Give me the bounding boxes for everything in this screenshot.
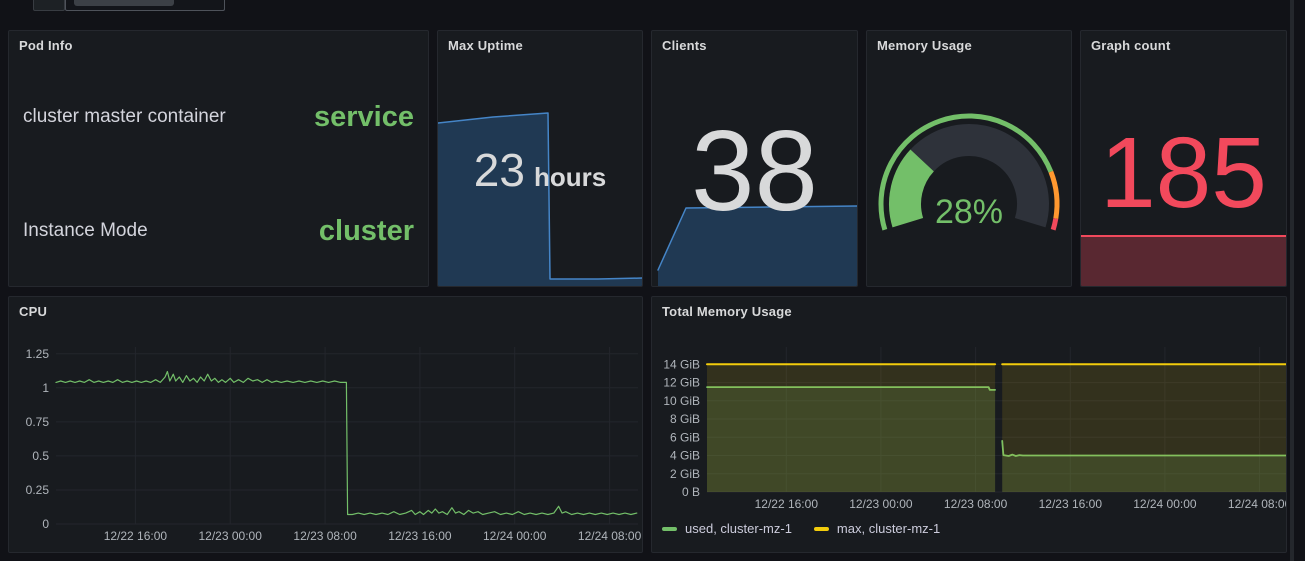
pod-info-row: cluster master container service (23, 95, 414, 139)
panel-title-max-uptime[interactable]: Max Uptime (448, 38, 523, 53)
max-uptime-unit: hours (533, 162, 607, 192)
grafana-dashboard: Pod Info cluster master container servic… (0, 0, 1305, 561)
svg-text:0.25: 0.25 (26, 483, 50, 497)
legend-item-used[interactable]: used, cluster-mz-1 (662, 521, 792, 536)
svg-text:12 GiB: 12 GiB (663, 376, 700, 390)
cpu-chart[interactable]: 0 0.25 0.5 0.75 1 1.25 12/22 16:00 12/23 00:00 1… (9, 297, 643, 553)
svg-text:12/23 08:00: 12/23 08:00 (944, 497, 1008, 511)
graph-count-value: 185 (1100, 117, 1267, 229)
svg-text:0.5: 0.5 (32, 449, 49, 463)
svg-text:0.75: 0.75 (26, 415, 50, 429)
panel-title-graph-count[interactable]: Graph count (1091, 38, 1170, 53)
max-uptime-value: 23 hours (438, 143, 642, 197)
chart-legend: used, cluster-mz-1 max, cluster-mz-1 (662, 521, 940, 536)
svg-text:12/22 16:00: 12/22 16:00 (755, 497, 819, 511)
svg-text:0 B: 0 B (682, 485, 700, 499)
legend-series-marker (662, 526, 677, 531)
legend-label: max, cluster-mz-1 (836, 521, 941, 536)
svg-text:12/23 16:00: 12/23 16:00 (1039, 497, 1103, 511)
legend-series-marker (813, 526, 829, 531)
panel-title-pod-info[interactable]: Pod Info (19, 38, 73, 53)
page-scrollbar[interactable] (1290, 0, 1294, 561)
panel-title-cpu[interactable]: CPU (19, 304, 47, 319)
panel-clients: Clients 38 (651, 30, 858, 287)
legend-label: used, cluster-mz-1 (685, 521, 792, 536)
max-uptime-number: 23 (473, 144, 525, 196)
svg-text:1: 1 (42, 381, 49, 395)
clients-value: 38 (691, 108, 818, 235)
toolbar-input-value-pill (74, 0, 174, 6)
toolbar-input-partial[interactable] (65, 0, 225, 11)
svg-text:10 GiB: 10 GiB (663, 394, 700, 408)
toolbar-control-partial[interactable] (33, 0, 65, 11)
panel-total-memory-usage: Total Memory Usage 0 B 2 GiB 4 GiB 6 GiB 8 G… (651, 296, 1287, 553)
pod-info-value: service (314, 100, 414, 133)
svg-text:8 GiB: 8 GiB (670, 412, 700, 426)
svg-text:12/24 08:00: 12/24 08:00 (578, 529, 642, 543)
panel-max-uptime: Max Uptime 23 hours (437, 30, 643, 287)
panel-graph-count: Graph count 185 (1080, 30, 1287, 287)
panel-memory-usage: Memory Usage 28% (866, 30, 1072, 287)
panel-title-clients[interactable]: Clients (662, 38, 707, 53)
svg-text:12/24 00:00: 12/24 00:00 (483, 529, 547, 543)
svg-text:0: 0 (42, 517, 49, 531)
pod-info-label: Instance Mode (23, 220, 148, 241)
legend-item-max[interactable]: max, cluster-mz-1 (813, 521, 941, 536)
svg-text:14 GiB: 14 GiB (663, 357, 700, 371)
panel-pod-info: Pod Info cluster master container servic… (8, 30, 429, 287)
panel-title-memory-usage[interactable]: Memory Usage (877, 38, 972, 53)
memory-usage-gauge[interactable] (867, 31, 1072, 287)
memory-usage-value: 28% (934, 193, 1004, 231)
svg-text:12/22 16:00: 12/22 16:00 (104, 529, 168, 543)
svg-text:12/23 00:00: 12/23 00:00 (198, 529, 262, 543)
svg-text:12/23 08:00: 12/23 08:00 (293, 529, 357, 543)
svg-text:12/24 00:00: 12/24 00:00 (1133, 497, 1197, 511)
svg-text:12/24 08:00: 12/24 08:00 (1228, 497, 1287, 511)
svg-text:2 GiB: 2 GiB (670, 467, 700, 481)
svg-text:1.25: 1.25 (26, 347, 50, 361)
svg-text:12/23 00:00: 12/23 00:00 (849, 497, 913, 511)
pod-info-label: cluster master container (23, 106, 226, 127)
svg-text:4 GiB: 4 GiB (670, 449, 700, 463)
svg-text:6 GiB: 6 GiB (670, 430, 700, 444)
svg-text:12/23 16:00: 12/23 16:00 (388, 529, 452, 543)
panel-cpu: CPU 0 0.25 0.5 0.75 1 1.25 12/22 16:00 12/23 00… (8, 296, 643, 553)
pod-info-value: cluster (318, 214, 414, 247)
panel-title-total-memory-usage[interactable]: Total Memory Usage (662, 304, 792, 319)
total-memory-chart[interactable]: 0 B 2 GiB 4 GiB 6 GiB 8 GiB 10 GiB 12 GiB 14 Gi… (652, 297, 1287, 553)
pod-info-row: Instance Mode cluster (23, 209, 414, 253)
